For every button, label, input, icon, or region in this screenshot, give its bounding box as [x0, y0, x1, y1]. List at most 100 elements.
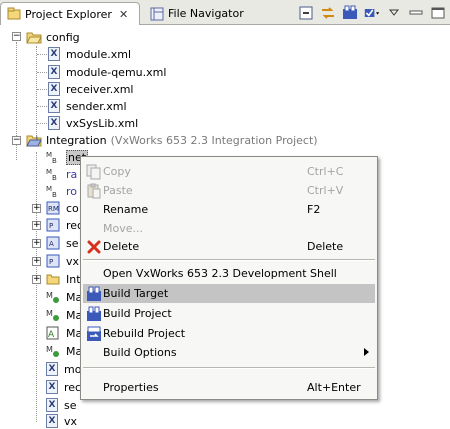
tree-project-integration[interactable]: I Integration (VxWorks 653 2.3 Integrati… — [26, 131, 318, 149]
menu-item-open-dev-shell[interactable]: Open VxWorks 653 2.3 Development Shell — [83, 264, 375, 283]
tab-project-explorer[interactable]: Project Explorer ✕ — [0, 2, 140, 25]
tree-item-label: ro — [66, 184, 78, 198]
tree-item-label: receiver.xml — [66, 82, 134, 96]
tree-folder-item[interactable]: P vx — [46, 252, 79, 270]
tree-file-item[interactable]: Xmo — [46, 360, 81, 378]
collapse-all-icon — [299, 6, 313, 20]
menu-item-properties[interactable]: Properties Alt+Enter — [83, 378, 375, 397]
close-tab-icon[interactable]: ✕ — [119, 8, 128, 21]
xml-file-icon: X — [48, 99, 60, 113]
tree-file-item[interactable]: Xmodule-qemu.xml — [48, 63, 166, 81]
xml-file-icon: X — [46, 414, 58, 428]
menu-item-build-project[interactable]: Build Project — [83, 304, 375, 323]
maximize-icon — [431, 7, 445, 19]
tree-item-label: vxSysLib.xml — [66, 116, 139, 130]
expand-toggle[interactable]: + — [32, 257, 41, 266]
tree-folder-item[interactable]: RM co — [46, 199, 79, 217]
tree-branch-line — [37, 72, 47, 73]
rebuild-project-icon — [87, 326, 101, 341]
partition-icon: A — [46, 236, 60, 250]
xml-file-icon: X — [46, 380, 58, 394]
expand-toggle[interactable]: + — [32, 275, 41, 284]
tree-folder-item[interactable]: P rec — [46, 216, 83, 234]
collapse-toggle[interactable]: − — [12, 136, 21, 145]
tree-branch-line — [37, 123, 47, 124]
expand-toggle[interactable]: + — [32, 204, 41, 213]
svg-text:M: M — [46, 291, 53, 300]
tree-item-label: Integration — [46, 133, 107, 147]
integration-project-icon: I — [26, 135, 42, 146]
tree-file-item[interactable]: M Ma — [46, 306, 82, 324]
partition-icon: P — [46, 254, 60, 268]
tree-folder-item[interactable]: A se — [46, 234, 79, 252]
tree-file-item[interactable]: Xmodule.xml — [48, 45, 131, 63]
tree-file-item[interactable]: Xrec — [46, 378, 81, 396]
tree-file-item[interactable]: A Ma — [46, 324, 82, 342]
menu-item-build-target[interactable]: Build Target — [83, 284, 375, 303]
makefile-target-icon: M — [46, 309, 59, 321]
context-menu: Copy Ctrl+C Paste Ctrl+V Rename F2 Move.… — [80, 156, 378, 400]
tree-file-item[interactable]: M Ma — [46, 342, 82, 360]
menu-item-shortcut: Ctrl+C — [307, 165, 344, 178]
makefile-icon: MB — [46, 151, 57, 164]
svg-text:A: A — [48, 330, 55, 340]
tree-item-label: config — [46, 30, 80, 44]
link-arrows-icon — [322, 7, 334, 19]
tab-file-navigator[interactable]: File Navigator — [144, 2, 269, 25]
partition-icon: P — [46, 218, 60, 232]
menu-item-rebuild-project[interactable]: Rebuild Project — [83, 324, 375, 343]
menu-item-shortcut: Ctrl+V — [307, 184, 344, 197]
tree-file-item[interactable]: XvxSysLib.xml — [48, 114, 138, 132]
paste-icon — [87, 183, 101, 199]
svg-text:RM: RM — [48, 205, 59, 213]
svg-text:A: A — [49, 240, 54, 248]
menu-item-build-options[interactable]: Build Options — [83, 343, 375, 362]
makefile-target-icon: M — [46, 345, 59, 357]
tree-file-item[interactable]: Xsender.xml — [48, 97, 127, 115]
menu-item-rename[interactable]: Rename F2 — [83, 200, 375, 219]
expand-toggle[interactable]: + — [32, 221, 41, 230]
filter-button[interactable] — [364, 5, 380, 21]
build-button[interactable] — [342, 5, 358, 21]
tree-file-item[interactable]: M Ma — [46, 288, 82, 306]
menu-item-label: Open VxWorks 653 2.3 Development Shell — [103, 267, 337, 280]
menu-separator — [83, 259, 375, 261]
view-tab-bar: Project Explorer ✕ File Navigator — [0, 0, 450, 25]
copy-icon — [86, 164, 101, 180]
tree-folder-config[interactable]: config — [26, 28, 80, 46]
menu-item-copy[interactable]: Copy Ctrl+C — [83, 162, 375, 181]
tree-file-item[interactable]: MB ra — [46, 165, 77, 183]
build-target-icon — [87, 286, 101, 301]
link-with-editor-button[interactable] — [320, 5, 336, 21]
menu-item-label: Paste — [103, 184, 133, 197]
view-menu-button[interactable] — [386, 5, 402, 21]
tree-folder-item[interactable]: Int — [46, 270, 81, 288]
delete-icon — [87, 240, 101, 254]
menu-item-label: Copy — [103, 165, 131, 178]
menu-item-move[interactable]: Move... — [83, 219, 375, 238]
menu-item-label: Rename — [103, 203, 149, 216]
svg-text:M: M — [46, 345, 53, 354]
tree-item-label: vx — [64, 414, 78, 428]
menu-item-paste[interactable]: Paste Ctrl+V — [83, 181, 375, 200]
tree-file-item[interactable]: Xvx — [46, 412, 77, 429]
collapse-toggle[interactable]: − — [12, 32, 21, 41]
build-project-icon — [87, 306, 101, 321]
svg-text:B: B — [52, 157, 57, 164]
tree-file-item[interactable]: Xreceiver.xml — [48, 80, 134, 98]
minimize-view-button[interactable] — [408, 5, 424, 21]
tree-file-item[interactable]: MB ro — [46, 182, 77, 200]
tree-item-label: sender.xml — [66, 99, 127, 113]
tree-guide-line — [36, 46, 37, 138]
collapse-all-button[interactable] — [298, 5, 314, 21]
maximize-view-button[interactable] — [430, 5, 446, 21]
menu-item-label: Build Project — [103, 307, 172, 320]
tree-item-label: se — [64, 398, 77, 412]
file-navigator-icon — [150, 7, 164, 20]
menu-item-label: Build Target — [103, 287, 169, 300]
svg-text:M: M — [46, 309, 53, 318]
tree-branch-line — [37, 89, 47, 90]
makefile-icon: MB — [46, 185, 57, 198]
expand-toggle[interactable]: + — [32, 239, 41, 248]
menu-item-delete[interactable]: Delete Delete — [83, 237, 375, 256]
